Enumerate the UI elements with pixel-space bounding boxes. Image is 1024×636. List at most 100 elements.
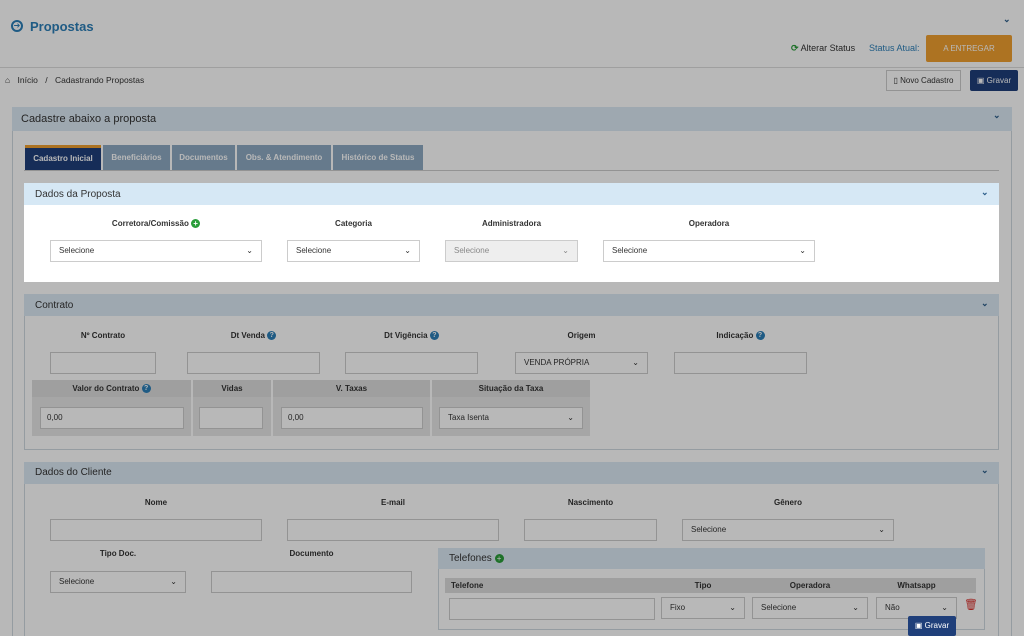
info-icon: ? xyxy=(429,331,439,341)
col-telefone: Telefone xyxy=(451,581,484,590)
tipo-doc-value: Selecione xyxy=(59,577,95,586)
administradora-label: Administradora xyxy=(481,219,542,228)
chevron-down-icon[interactable]: ⌄ xyxy=(981,465,989,476)
valor-contrato-label: Valor do Contrato ? xyxy=(32,380,191,397)
gravar-button[interactable]: ▣ Gravar xyxy=(970,70,1018,91)
chevron-down-icon[interactable]: ⌄ xyxy=(993,110,1001,121)
info-icon: ? xyxy=(267,331,277,341)
origem-value: VENDA PRÓPRIA xyxy=(524,358,590,367)
info-icon: ? xyxy=(755,331,765,341)
genero-select[interactable]: Selecione ⌄ xyxy=(682,519,894,541)
refresh-icon: ⟳ xyxy=(791,43,799,53)
operadora-tel-select[interactable]: Selecione ⌄ xyxy=(752,597,868,619)
status-badge[interactable]: A ENTREGAR xyxy=(926,35,1012,62)
situacao-taxa-select[interactable]: Taxa Isenta ⌄ xyxy=(439,407,583,429)
main-panel-header xyxy=(12,107,1012,131)
dt-vigencia-label: Dt Vigência ? xyxy=(345,331,478,341)
telefones-title: Telefones + xyxy=(449,553,504,564)
alter-status-link[interactable]: ⟳ Alterar Status xyxy=(791,43,855,54)
breadcrumb-separator: / xyxy=(45,75,48,85)
col-tipo: Tipo xyxy=(694,581,712,590)
cliente-title: Dados do Cliente xyxy=(35,467,112,478)
origem-label: Origem xyxy=(567,331,596,340)
categoria-select[interactable]: Selecione ⌄ xyxy=(287,240,420,262)
nascimento-label: Nascimento xyxy=(567,498,614,507)
genero-label: Gênero xyxy=(773,498,802,507)
chevron-down-icon: ⌄ xyxy=(246,246,253,255)
dt-vigencia-input[interactable] xyxy=(345,352,478,374)
origem-select[interactable]: VENDA PRÓPRIA ⌄ xyxy=(515,352,648,374)
genero-value: Selecione xyxy=(691,525,727,534)
n-contrato-label: Nº Contrato xyxy=(80,331,126,340)
operadora-tel-value: Selecione xyxy=(761,603,797,612)
operadora-label: Operadora xyxy=(688,219,730,228)
corretora-select[interactable]: Selecione ⌄ xyxy=(50,240,262,262)
situacao-taxa-value: Taxa Isenta xyxy=(448,413,489,422)
chevron-down-icon: ⌄ xyxy=(404,246,411,255)
operadora-value: Selecione xyxy=(612,246,648,255)
whatsapp-value: Não xyxy=(885,603,900,612)
tab-beneficiarios[interactable]: Beneficiários xyxy=(103,145,170,170)
novo-cadastro-button[interactable]: ▯ Novo Cadastro xyxy=(886,70,961,91)
tipo-value: Fixo xyxy=(670,603,686,612)
tab-documentos[interactable]: Documentos xyxy=(172,145,235,170)
chevron-down-icon: ⌄ xyxy=(170,577,177,586)
categoria-label: Categoria xyxy=(335,219,372,228)
categoria-value: Selecione xyxy=(296,246,332,255)
v-taxas-label: V. Taxas xyxy=(273,380,430,397)
page-title: Propostas xyxy=(30,19,94,34)
tabs-divider xyxy=(24,170,999,171)
chevron-down-icon: ⌄ xyxy=(632,358,639,367)
nascimento-input[interactable] xyxy=(524,519,657,541)
email-input[interactable] xyxy=(287,519,499,541)
col-whatsapp: Whatsapp xyxy=(897,581,936,590)
chevron-down-icon[interactable]: ⌄ xyxy=(981,298,989,309)
tab-historico-status[interactable]: Histórico de Status xyxy=(333,145,423,170)
corretora-value: Selecione xyxy=(59,246,95,255)
save-icon: ▣ xyxy=(914,621,923,630)
vidas-input[interactable] xyxy=(199,407,263,429)
v-taxas-value: 0,00 xyxy=(288,413,304,422)
main-panel-title: Cadastre abaixo a proposta xyxy=(21,113,157,125)
dados-proposta-header xyxy=(24,183,999,205)
breadcrumb-home[interactable]: Início xyxy=(18,75,38,85)
floating-gravar-button[interactable]: ▣ Gravar xyxy=(908,616,956,636)
operadora-select[interactable]: Selecione ⌄ xyxy=(603,240,815,262)
dt-venda-input[interactable] xyxy=(187,352,320,374)
nome-input[interactable] xyxy=(50,519,262,541)
chevron-down-icon[interactable]: ⌄ xyxy=(981,187,989,198)
administradora-select: Selecione ⌄ xyxy=(445,240,578,262)
email-label: E-mail xyxy=(380,498,405,507)
add-icon[interactable]: + xyxy=(191,219,201,229)
gravar-label: Gravar xyxy=(986,76,1012,85)
tab-cadastro-inicial[interactable]: Cadastro Inicial xyxy=(25,145,101,170)
v-taxas-input[interactable]: 0,00 xyxy=(281,407,423,429)
n-contrato-input[interactable] xyxy=(50,352,156,374)
chevron-down-icon[interactable]: ⌄ xyxy=(1003,14,1011,25)
telefones-header xyxy=(438,548,985,569)
trash-icon[interactable]: 🗑 xyxy=(964,598,978,611)
indicacao-label: Indicação ? xyxy=(674,331,807,341)
chevron-down-icon: ⌄ xyxy=(562,246,569,255)
status-label: Status Atual: xyxy=(869,43,920,53)
chevron-down-icon: ⌄ xyxy=(852,603,859,612)
chevron-down-icon: ⌄ xyxy=(567,413,574,422)
documento-label: Documento xyxy=(289,549,334,558)
telefone-input[interactable] xyxy=(449,598,655,620)
document-icon: ▯ xyxy=(893,76,898,85)
tipo-doc-select[interactable]: Selecione ⌄ xyxy=(50,571,186,593)
documento-input[interactable] xyxy=(211,571,412,593)
home-icon[interactable]: ⌂ xyxy=(5,75,10,85)
chevron-down-icon: ⌄ xyxy=(878,525,885,534)
indicacao-input[interactable] xyxy=(674,352,807,374)
add-icon[interactable]: + xyxy=(494,553,504,563)
dt-venda-label: Dt Venda ? xyxy=(187,331,320,341)
contrato-header xyxy=(24,294,999,316)
valor-contrato-input[interactable]: 0,00 xyxy=(40,407,184,429)
tab-obs-atendimento[interactable]: Obs. & Atendimento xyxy=(237,145,331,170)
tipo-select[interactable]: Fixo ⌄ xyxy=(661,597,745,619)
nome-label: Nome xyxy=(144,498,168,507)
novo-cadastro-label: Novo Cadastro xyxy=(900,76,954,85)
vidas-label: Vidas xyxy=(193,380,271,397)
col-operadora: Operadora xyxy=(789,581,831,590)
